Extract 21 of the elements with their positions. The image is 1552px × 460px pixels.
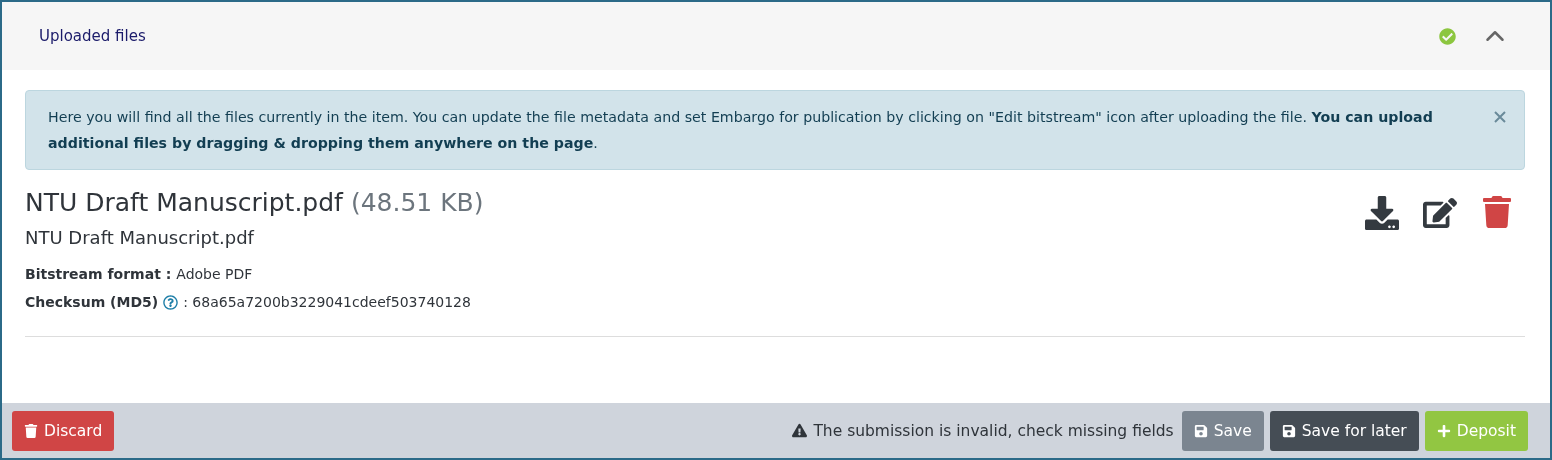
alert-text: Here you will find all the files currently in the item. You can update the file metadata and set Embargo for publication by clicking on "Edit bitstream" icon after uploading the file. You can upload additional files by dragging & dropping them anywhere on the page.: [48, 109, 1433, 151]
discard-button[interactable]: Discard: [12, 410, 115, 451]
file-heading: NTU Draft Manuscript.pdf (48.51 KB): [25, 188, 484, 217]
warning-text: The submission is invalid, check missing fields: [813, 421, 1174, 440]
save-icon: [1281, 423, 1296, 438]
help-icon[interactable]: [163, 294, 179, 310]
field-label: Bitstream format :: [25, 265, 172, 284]
file-title: NTU Draft Manuscript.pdf: [25, 227, 256, 248]
trash-icon: [24, 423, 38, 438]
plus-icon: [1436, 423, 1451, 438]
download-button[interactable]: [1365, 196, 1399, 230]
field-value: Adobe PDF: [176, 265, 253, 284]
save-button[interactable]: Save: [1181, 410, 1264, 451]
warning-icon: [792, 423, 808, 438]
section-title: Uploaded files: [39, 27, 146, 45]
edit-button[interactable]: [1423, 196, 1457, 230]
save-icon: [1193, 423, 1208, 438]
field-value: : 68a65a7200b3229041cdeef503740128: [183, 293, 471, 312]
delete-button[interactable]: [1481, 196, 1513, 228]
save-button[interactable]: Save for later: [1269, 410, 1419, 451]
field-label: Checksum (MD5): [25, 293, 159, 312]
